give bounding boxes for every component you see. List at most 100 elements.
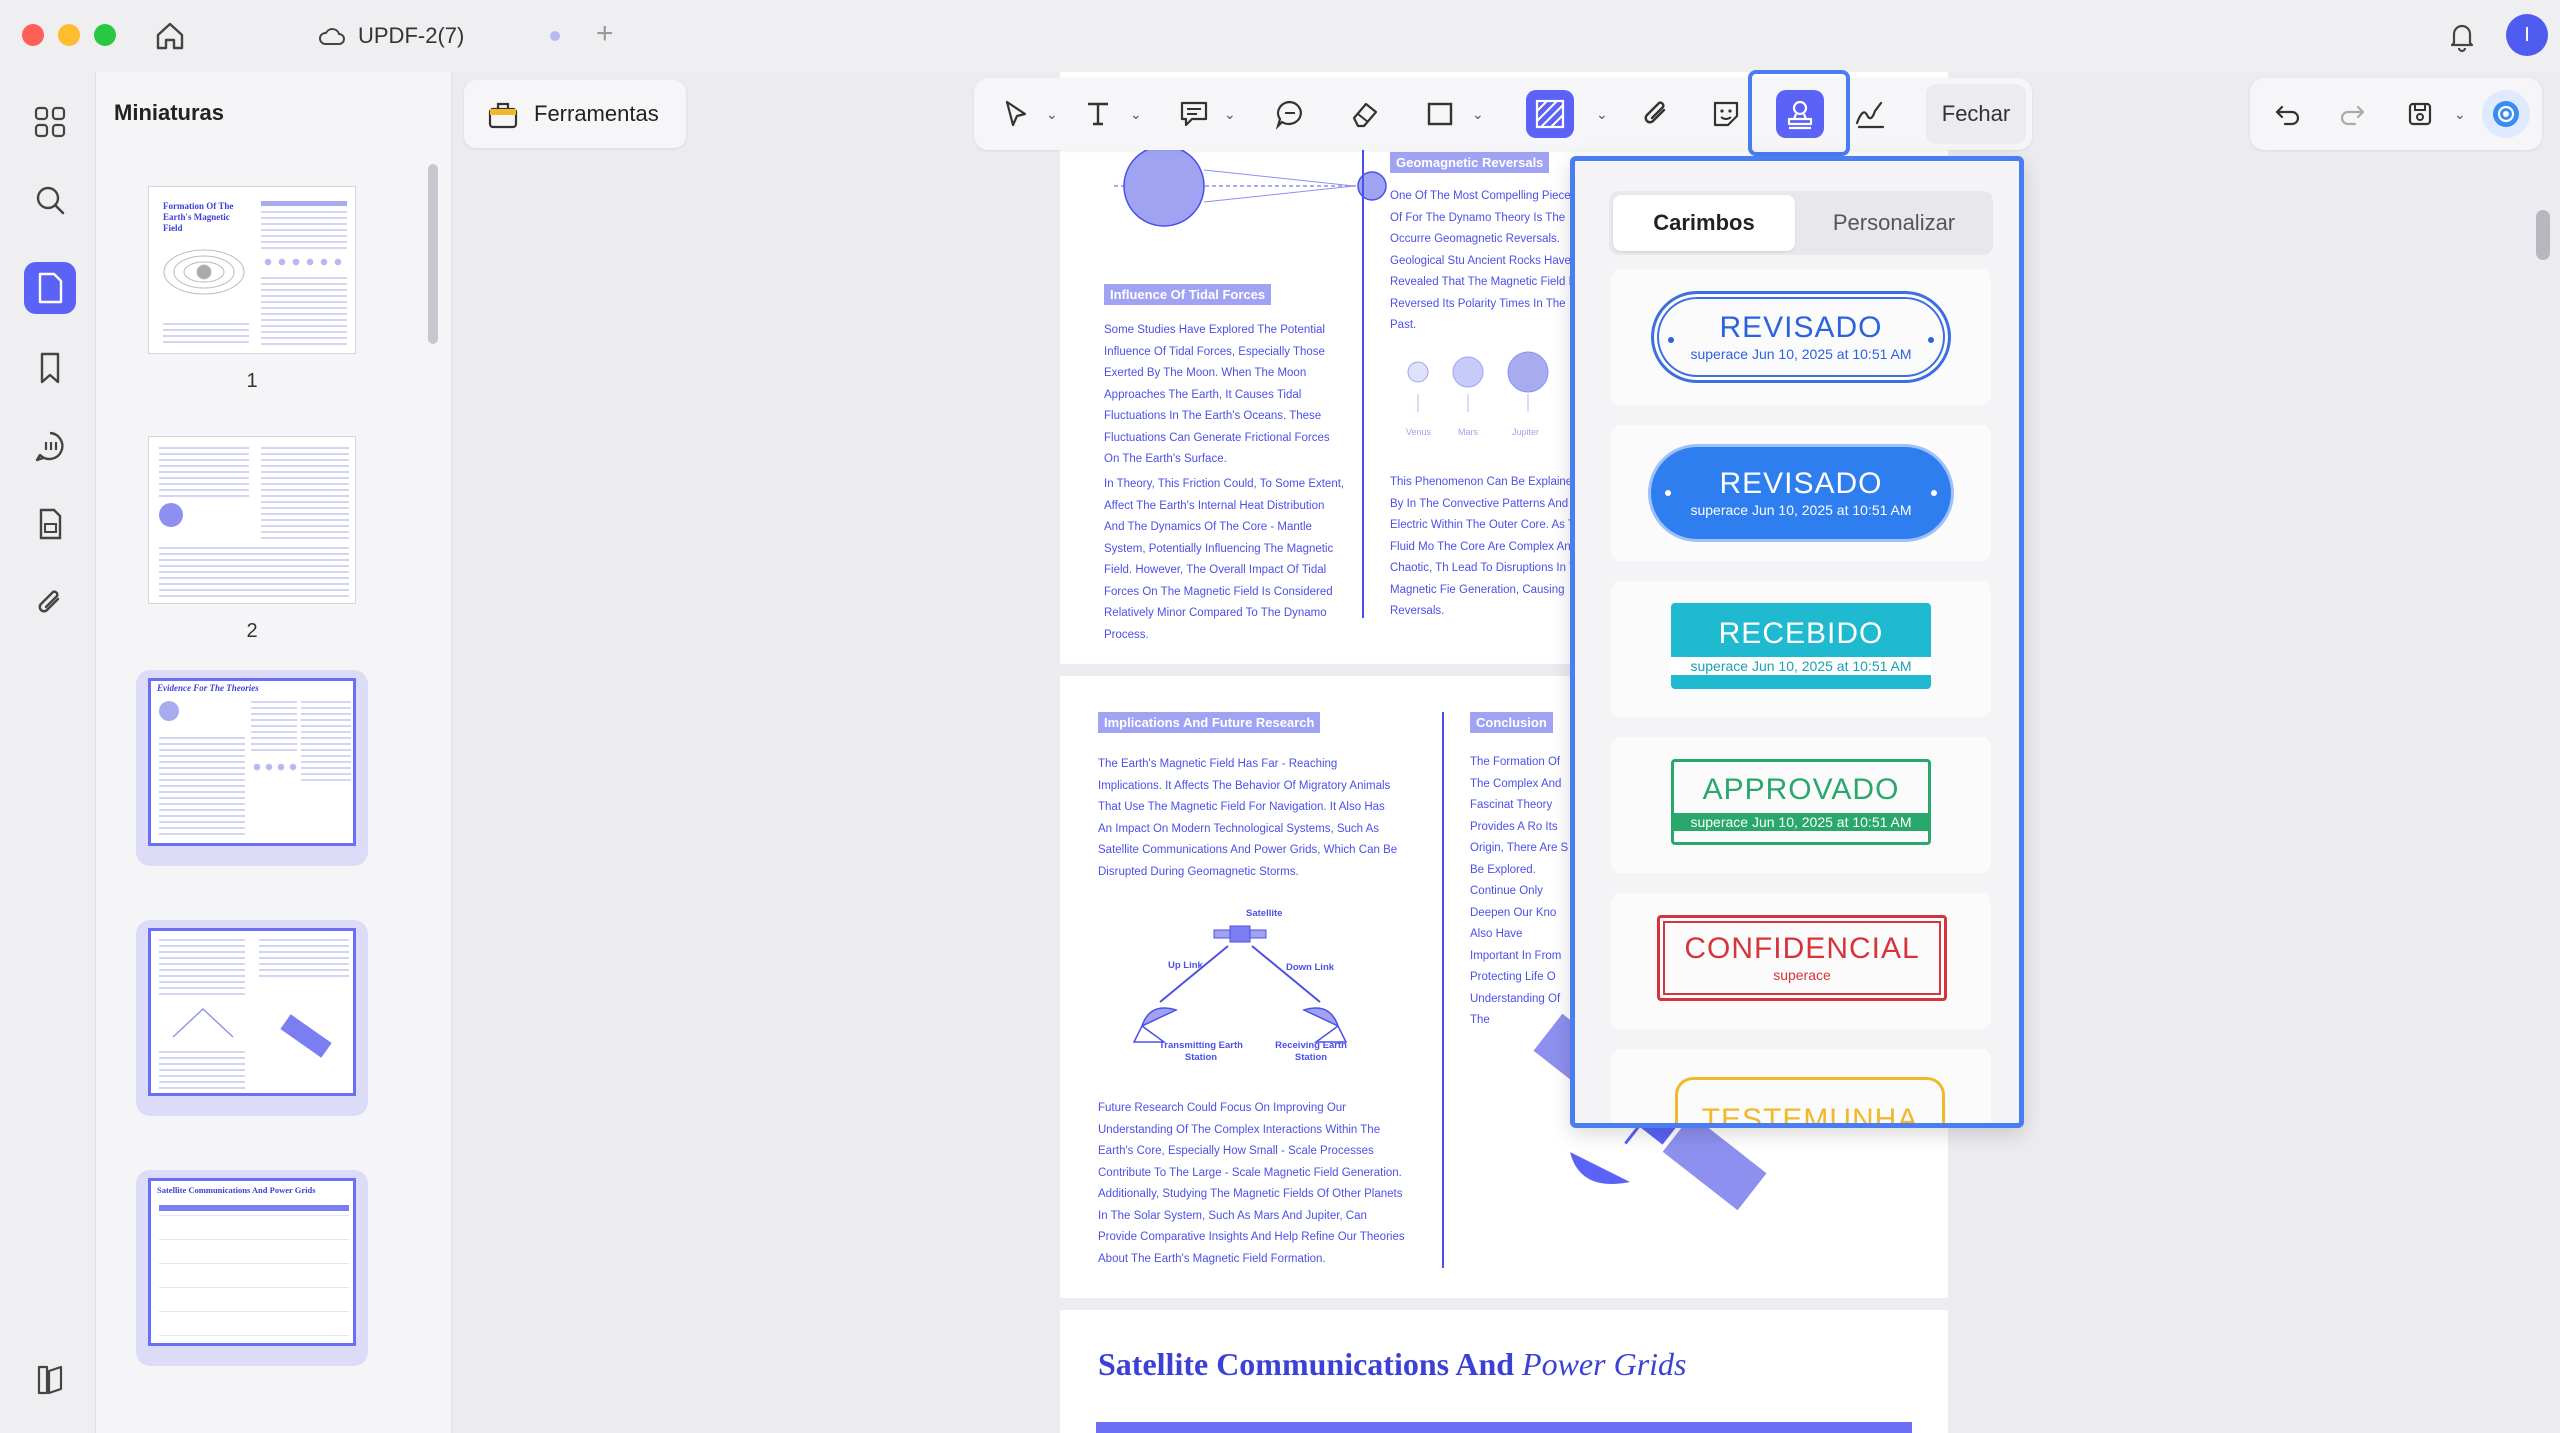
- stamp-popup: Carimbos Personalizar REVISADO superace …: [1570, 156, 2024, 1128]
- thumbnails-icon[interactable]: [24, 262, 76, 314]
- thumbnail-page-3[interactable]: Evidence For The Theories 3: [136, 670, 368, 968]
- minimize-window-button[interactable]: [58, 24, 80, 46]
- thumbnail-page-2[interactable]: 2: [136, 428, 368, 642]
- diagram-label: Transmitting Earth Station: [1159, 1040, 1243, 1063]
- thumbnails-panel: Miniaturas Formation Of The Earth's Magn…: [96, 72, 452, 1433]
- document-page-5: Satellite Communications And Power Grids: [1060, 1310, 1948, 1433]
- thumbnail-page-number: 1: [246, 370, 258, 392]
- tools-button[interactable]: Ferramentas: [464, 80, 686, 148]
- left-icon-rail: [0, 72, 96, 1433]
- stamp-item-approvado[interactable]: APPROVADO superace Jun 10, 2025 at 10:51…: [1611, 737, 1991, 873]
- stamp-tool-highlight: [1748, 70, 1850, 156]
- zoom-window-button[interactable]: [94, 24, 116, 46]
- paragraph: In Theory, This Friction Could, To Some …: [1104, 478, 1345, 641]
- document-scrollbar[interactable]: [2536, 210, 2550, 260]
- section-label: Influence Of Tidal Forces: [1104, 284, 1272, 305]
- section-label: Geomagnetic Reversals: [1390, 152, 1550, 173]
- attachment-icon[interactable]: [24, 576, 76, 628]
- tab-customize[interactable]: Personalizar: [1799, 195, 1989, 251]
- stamp-subtext: superace Jun 10, 2025 at 10:51 AM: [1690, 346, 1912, 362]
- area-highlight-icon[interactable]: [1526, 90, 1574, 138]
- layers-icon[interactable]: [24, 1354, 76, 1406]
- redo-icon[interactable]: [2328, 90, 2376, 138]
- new-tab-button[interactable]: +: [596, 16, 614, 52]
- home-icon[interactable]: [150, 16, 190, 56]
- stamp-subtext: superace Jun 10, 2025 at 10:51 AM: [1690, 502, 1912, 518]
- avatar[interactable]: I: [2506, 14, 2548, 56]
- text-tool-icon[interactable]: [1074, 90, 1122, 138]
- chevron-down-icon[interactable]: ⌄: [1472, 106, 1484, 123]
- unsaved-indicator: [550, 31, 560, 41]
- stamp-preview: TESTEMUNHA: [1675, 1077, 1945, 1123]
- save-icon[interactable]: [2396, 90, 2444, 138]
- chevron-down-icon[interactable]: ⌄: [1224, 106, 1236, 123]
- stamp-dot: [1931, 490, 1937, 496]
- thumbnails-scrollbar[interactable]: [428, 164, 438, 344]
- chevron-down-icon[interactable]: ⌄: [1596, 106, 1608, 123]
- stamp-item-recebido[interactable]: RECEBIDO superace Jun 10, 2025 at 10:51 …: [1611, 581, 1991, 717]
- paperclip-icon[interactable]: [1632, 90, 1680, 138]
- stamp-item-confidencial[interactable]: CONFIDENCIAL superace: [1611, 893, 1991, 1029]
- stamp-label: REVISADO: [1719, 467, 1883, 500]
- paragraph: The Formation Of The Complex And Fascina…: [1470, 756, 1569, 1026]
- bookmark-icon[interactable]: [24, 342, 76, 394]
- planet-label: Venus: [1406, 427, 1432, 437]
- stamp-dot: [1928, 337, 1934, 343]
- planets-illustration: [1407, 351, 1549, 412]
- stamp-subtext: superace: [1773, 967, 1831, 983]
- stamp-dot: [1665, 490, 1671, 496]
- chevron-down-icon[interactable]: ⌄: [2454, 106, 2466, 123]
- rectangle-tool-icon[interactable]: [1416, 90, 1464, 138]
- close-window-button[interactable]: [22, 24, 44, 46]
- stamp-subtext: superace Jun 10, 2025 at 10:51 AM: [1674, 813, 1928, 831]
- close-button[interactable]: Fechar: [1926, 84, 2026, 144]
- chevron-down-icon[interactable]: ⌄: [1046, 106, 1058, 123]
- comment-tool-icon[interactable]: [1266, 90, 1314, 138]
- diagram-label: Up Link: [1168, 960, 1203, 971]
- paragraph: This Phenomenon Can Be Explained By In T…: [1390, 476, 1589, 617]
- form-fields-icon[interactable]: [24, 498, 76, 550]
- stamp-preview: RECEBIDO superace Jun 10, 2025 at 10:51 …: [1671, 603, 1931, 689]
- diagram-label: Satellite: [1246, 908, 1283, 919]
- undo-icon[interactable]: [2264, 90, 2312, 138]
- stamp-label: APPROVADO: [1702, 773, 1900, 806]
- chevron-down-icon[interactable]: ⌄: [1130, 106, 1142, 123]
- thumbnail-heading: Evidence For The Theories: [157, 683, 259, 693]
- thumbnail-preview: [148, 436, 356, 604]
- diagram-label: Receiving Earth Station: [1275, 1040, 1347, 1063]
- thumbnail-page-1[interactable]: Formation Of The Earth's Magnetic Field …: [136, 178, 368, 392]
- document-tab[interactable]: UPDF-2(7): [318, 18, 464, 54]
- stamp-item-revisado-filled[interactable]: REVISADO superace Jun 10, 2025 at 10:51 …: [1611, 425, 1991, 561]
- select-cursor-icon[interactable]: [992, 90, 1040, 138]
- eraser-icon[interactable]: [1340, 90, 1388, 138]
- search-icon[interactable]: [24, 174, 76, 226]
- stamp-subtext: superace Jun 10, 2025 at 10:51 AM: [1671, 657, 1931, 675]
- page-heading-italic: Power Grids: [1522, 1346, 1687, 1382]
- bell-icon[interactable]: [2442, 16, 2482, 56]
- stamp-item-revisado-outline[interactable]: REVISADO superace Jun 10, 2025 at 10:51 …: [1611, 269, 1991, 405]
- stamp-preview: REVISADO superace Jun 10, 2025 at 10:51 …: [1651, 291, 1951, 383]
- toolbox-icon: [488, 102, 518, 129]
- paragraph: Some Studies Have Explored The Potential…: [1104, 324, 1330, 465]
- paragraph: Future Research Could Focus On Improving…: [1098, 1102, 1405, 1265]
- section-label: Conclusion: [1470, 712, 1553, 733]
- stamp-label: REVISADO: [1719, 311, 1883, 344]
- apps-grid-icon[interactable]: [24, 96, 76, 148]
- sticker-icon[interactable]: [1702, 90, 1750, 138]
- stamp-label: CONFIDENCIAL: [1684, 932, 1920, 965]
- signature-icon[interactable]: [1846, 90, 1894, 138]
- thumbnail-page-5[interactable]: Satellite Communications And Power Grids…: [136, 1170, 368, 1366]
- column-divider: [1442, 712, 1444, 1268]
- page-heading-main: Satellite Communications And: [1098, 1346, 1523, 1382]
- ai-assistant-icon[interactable]: [2482, 90, 2530, 138]
- tab-stamps[interactable]: Carimbos: [1613, 195, 1795, 251]
- thumbnail-heading: Satellite Communications And Power Grids: [157, 1185, 316, 1195]
- comment-toolbar: ⌄ ⌄ ⌄ ⌄ ⌄: [974, 78, 2032, 150]
- history-toolbar: ⌄: [2250, 78, 2542, 150]
- stamp-item-testemunha[interactable]: TESTEMUNHA: [1611, 1049, 1991, 1123]
- table-header-bar: [1096, 1422, 1912, 1433]
- stamp-label: RECEBIDO: [1718, 617, 1884, 650]
- note-tool-icon[interactable]: [1170, 90, 1218, 138]
- thumbnail-page-4[interactable]: 4: [136, 920, 368, 1218]
- comments-icon[interactable]: [24, 420, 76, 472]
